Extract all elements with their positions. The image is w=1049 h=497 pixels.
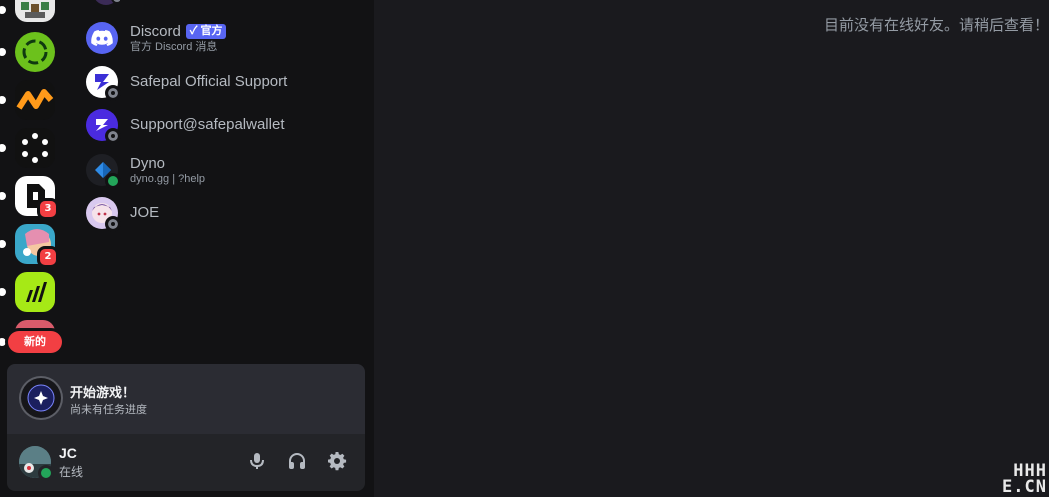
dm-item-discord[interactable]: Discord ✓ 官方 官方 Discord 消息 bbox=[86, 18, 366, 58]
unread-indicator bbox=[0, 240, 6, 248]
user-name: JC bbox=[59, 445, 77, 461]
user-avatar[interactable] bbox=[19, 446, 54, 481]
discord-avatar bbox=[86, 22, 118, 54]
status-offline-icon bbox=[105, 128, 121, 144]
pixel-art-icon bbox=[21, 2, 49, 18]
zigzag-icon bbox=[16, 89, 54, 110]
dm-item-dyno[interactable]: Dyno dyno.gg | ?help bbox=[86, 150, 366, 190]
official-tag: ✓ 官方 bbox=[185, 23, 227, 39]
server-icon-partial[interactable] bbox=[0, 0, 55, 22]
dm-name: Support@safepalwallet bbox=[130, 116, 285, 133]
main-content: 目前没有在线好友。请稍后查看！ HHH E.CN bbox=[374, 0, 1049, 497]
user-panel: JC 在线 bbox=[7, 434, 365, 491]
server-icon-anime[interactable]: 2 bbox=[0, 224, 59, 268]
mute-button[interactable] bbox=[241, 445, 273, 477]
unread-indicator bbox=[0, 6, 6, 14]
unread-indicator bbox=[0, 96, 6, 104]
server-icon-white-logo[interactable]: 3 bbox=[0, 176, 59, 220]
status-offline-icon bbox=[105, 216, 121, 232]
status-online-icon bbox=[38, 465, 54, 481]
quest-title: 开始游戏！ bbox=[70, 386, 136, 401]
unread-indicator bbox=[0, 192, 6, 200]
user-status: 在线 bbox=[59, 465, 84, 479]
dots-icon bbox=[22, 133, 48, 163]
server-icon-orange-zigzag[interactable] bbox=[0, 80, 55, 120]
dm-item-joe[interactable]: JOE bbox=[86, 193, 366, 233]
quest-subtitle: 尚未有任务进度 bbox=[70, 403, 147, 416]
settings-button[interactable] bbox=[321, 445, 353, 477]
status-offline-icon bbox=[105, 85, 121, 101]
mention-badge: 2 bbox=[37, 246, 59, 268]
dm-item-support-safepalwallet[interactable]: Support@safepalwallet bbox=[86, 105, 366, 145]
dm-name: JOE bbox=[130, 204, 160, 221]
dm-subtext: dyno.gg | ?help bbox=[130, 172, 206, 185]
gear-icon bbox=[328, 452, 347, 471]
dyno-avatar bbox=[86, 154, 121, 189]
empty-state-text: 目前没有在线好友。请稍后查看！ bbox=[823, 17, 1049, 34]
server-icon-dots[interactable] bbox=[0, 128, 55, 168]
unread-indicator bbox=[0, 144, 6, 152]
quest-card[interactable]: 开始游戏！ 尚未有任务进度 bbox=[7, 364, 365, 434]
unread-indicator bbox=[0, 288, 6, 296]
unread-indicator bbox=[0, 48, 6, 56]
dm-item-safepal-official[interactable]: Safepal Official Support bbox=[86, 62, 366, 102]
dm-name: Discord ✓ 官方 bbox=[130, 23, 227, 41]
watermark: HHH E.CN bbox=[1002, 463, 1047, 497]
server-icon-green-ring[interactable] bbox=[0, 32, 55, 72]
new-servers-badge[interactable]: 新的 bbox=[8, 331, 62, 353]
status-online-icon bbox=[105, 173, 121, 189]
ring-icon bbox=[22, 39, 48, 65]
safepal-avatar bbox=[86, 66, 121, 101]
safepal-wallet-avatar bbox=[86, 109, 121, 144]
dm-name: Safepal Official Support bbox=[130, 73, 288, 90]
watermark-line: E.CN bbox=[1002, 477, 1047, 497]
discord-logo-icon bbox=[91, 30, 113, 46]
joe-avatar bbox=[86, 197, 121, 232]
microphone-icon bbox=[250, 453, 264, 469]
server-icon-lime-chart[interactable] bbox=[0, 272, 55, 312]
headphones-icon bbox=[289, 453, 305, 469]
partial-avatar-top[interactable] bbox=[92, 0, 123, 8]
dm-name: Dyno bbox=[130, 154, 166, 172]
mention-badge: 3 bbox=[37, 198, 59, 220]
unread-indicator bbox=[0, 338, 6, 346]
deafen-button[interactable] bbox=[281, 445, 313, 477]
bar-chart-icon bbox=[26, 282, 47, 302]
dm-subtext: 官方 Discord 消息 bbox=[130, 40, 218, 53]
quest-orb-icon bbox=[21, 378, 61, 418]
